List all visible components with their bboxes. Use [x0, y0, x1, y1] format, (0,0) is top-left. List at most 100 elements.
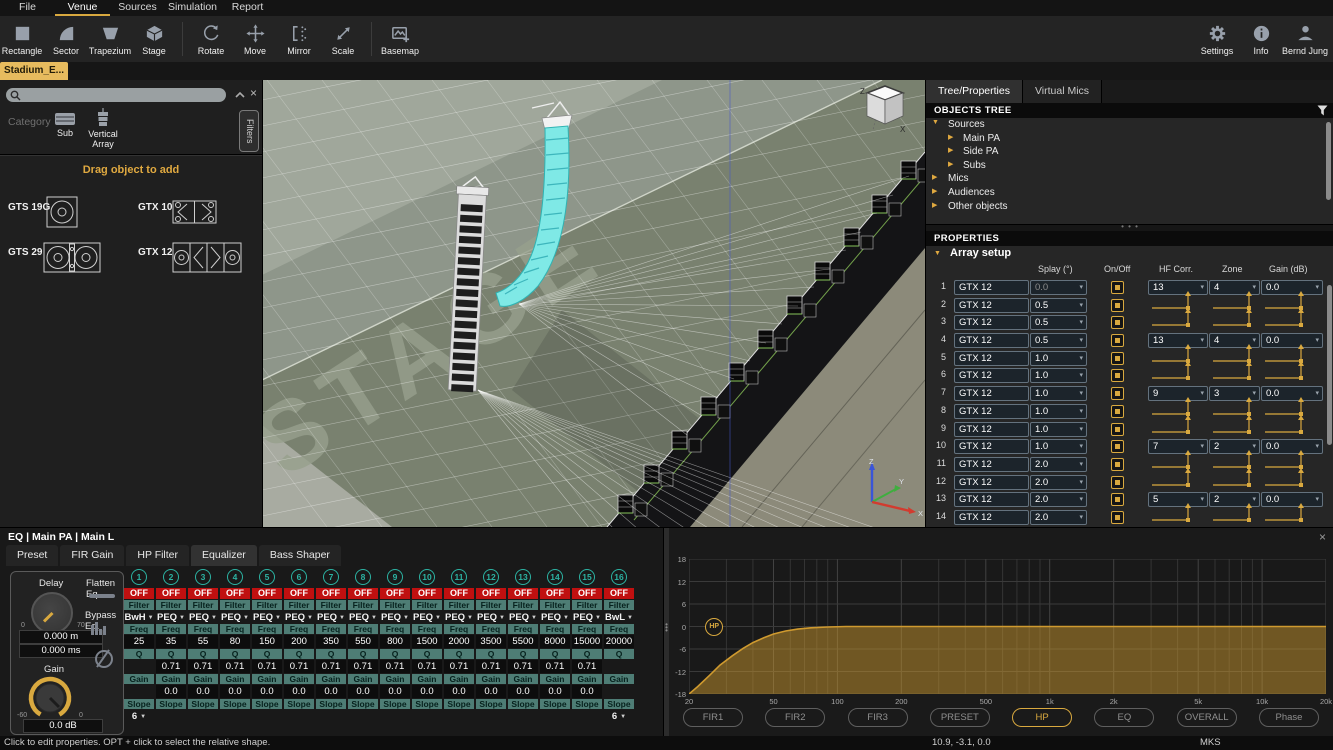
catalog-item-gtx10[interactable] [172, 200, 217, 224]
model-select[interactable]: GTX 12 [954, 386, 1029, 401]
trapezium-tool[interactable]: Trapezium [88, 17, 132, 61]
model-select[interactable]: GTX 12 [954, 457, 1029, 472]
menu-simulation[interactable]: Simulation [165, 0, 220, 16]
model-select[interactable]: GTX 12 [954, 510, 1029, 525]
hp-marker[interactable]: HP [705, 618, 723, 636]
tree-scrollbar[interactable] [1326, 122, 1331, 200]
filter-onoff-button[interactable]: OFF [380, 588, 410, 599]
channel-number[interactable]: 10 [419, 569, 435, 585]
gain-value[interactable]: 0.0 [380, 685, 410, 698]
filter-onoff-button[interactable]: OFF [604, 588, 634, 599]
zone-select[interactable]: 2▾ [1209, 492, 1260, 507]
gain-value[interactable]: 0.0 [220, 685, 250, 698]
gain-value[interactable]: 0.0 [316, 685, 346, 698]
filter-type-select[interactable]: PEQ▼ [413, 612, 441, 623]
filter-type-select[interactable]: PEQ▼ [189, 612, 217, 623]
gain-value[interactable]: 0.0 [188, 685, 218, 698]
onoff-checkbox[interactable] [1111, 476, 1124, 489]
gain-value[interactable]: 0.0 [444, 685, 474, 698]
gain-knob[interactable] [27, 675, 73, 721]
filter-type-select[interactable]: PEQ▼ [285, 612, 313, 623]
graph-splitter[interactable]: ••• [664, 528, 669, 737]
q-value[interactable]: 0.71 [380, 660, 410, 673]
viewport-3d[interactable]: STAGE [262, 80, 925, 527]
tree-expand-arrow[interactable]: ▶ [948, 133, 953, 141]
freq-value[interactable]: 8000 [540, 635, 570, 648]
filter-type-select[interactable]: PEQ▼ [445, 612, 473, 623]
hf-corr-select[interactable]: 5▾ [1148, 492, 1208, 507]
tree-expand-arrow[interactable]: ▶ [932, 187, 937, 195]
filter-onoff-button[interactable]: OFF [348, 588, 378, 599]
filter-onoff-button[interactable]: OFF [476, 588, 506, 599]
curve-toggle-button[interactable]: OVERALL [1177, 708, 1237, 727]
onoff-checkbox[interactable] [1111, 423, 1124, 436]
freq-value[interactable]: 25 [124, 635, 154, 648]
phase-invert-icon[interactable] [95, 650, 113, 668]
curve-toggle-button[interactable]: FIR3 [848, 708, 908, 727]
rectangle-tool[interactable]: Rectangle [0, 17, 44, 61]
model-select[interactable]: GTX 12 [954, 351, 1029, 366]
onoff-checkbox[interactable] [1111, 369, 1124, 382]
tree-item[interactable]: ▼ Sources [926, 118, 1333, 132]
gain-select[interactable]: 0.0▾ [1261, 492, 1323, 507]
gain-value[interactable]: 0.0 [348, 685, 378, 698]
channel-number[interactable]: 4 [227, 569, 243, 585]
filter-onoff-button[interactable]: OFF [508, 588, 538, 599]
response-plot[interactable]: HP [689, 559, 1326, 694]
tree-item[interactable]: ▶ Audiences [926, 186, 1333, 200]
category-sub[interactable]: Sub [50, 112, 80, 138]
channel-number[interactable]: 16 [611, 569, 627, 585]
filter-onoff-button[interactable]: OFF [540, 588, 570, 599]
model-select[interactable]: GTX 12 [954, 422, 1029, 437]
filters-button[interactable]: Filters [239, 110, 259, 152]
onoff-checkbox[interactable] [1111, 440, 1124, 453]
splay-select[interactable]: 2.0▾ [1030, 457, 1087, 472]
tree-item[interactable]: ▶ Subs [926, 159, 1333, 173]
filter-type-select[interactable]: PEQ▼ [573, 612, 601, 623]
mirror-tool[interactable]: Mirror [277, 17, 321, 61]
freq-value[interactable]: 550 [348, 635, 378, 648]
hf-corr-select[interactable]: 13▾ [1148, 333, 1208, 348]
hf-corr-select[interactable]: 9▾ [1148, 386, 1208, 401]
catalog-item-gts19g[interactable] [46, 196, 78, 228]
catalog-item-gts29[interactable] [43, 242, 101, 273]
zone-select[interactable]: 2▾ [1209, 439, 1260, 454]
channel-number[interactable]: 13 [515, 569, 531, 585]
properties-scrollbar[interactable] [1327, 285, 1332, 445]
tab-tree-properties[interactable]: Tree/Properties [926, 80, 1023, 103]
filter-type-select[interactable]: PEQ▼ [349, 612, 377, 623]
splay-select[interactable]: 0.0▾ [1030, 280, 1087, 295]
slope-select[interactable]: 6▼ [124, 710, 154, 723]
tree-item[interactable]: ▶ Other objects [926, 200, 1333, 214]
scale-tool[interactable]: Scale [321, 17, 365, 61]
zone-select[interactable]: 3▾ [1209, 386, 1260, 401]
gain-value[interactable]: 0.0 [252, 685, 282, 698]
filter-type-select[interactable]: PEQ▼ [253, 612, 281, 623]
gain-select[interactable]: 0.0▾ [1261, 280, 1323, 295]
model-select[interactable]: GTX 12 [954, 333, 1029, 348]
freq-value[interactable]: 3500 [476, 635, 506, 648]
freq-value[interactable]: 1500 [412, 635, 442, 648]
rotate-tool[interactable]: Rotate [189, 17, 233, 61]
filter-type-select[interactable]: BwL▼ [605, 612, 633, 623]
onoff-checkbox[interactable] [1111, 493, 1124, 506]
onoff-checkbox[interactable] [1111, 299, 1124, 312]
splay-select[interactable]: 2.0▾ [1030, 510, 1087, 525]
model-select[interactable]: GTX 12 [954, 475, 1029, 490]
close-panel-icon[interactable]: × [250, 86, 257, 100]
menu-sources[interactable]: Sources [110, 0, 165, 16]
gain-value[interactable]: 0.0 [412, 685, 442, 698]
channel-number[interactable]: 8 [355, 569, 371, 585]
q-value[interactable]: 0.71 [508, 660, 538, 673]
bypass-eq-icon[interactable] [91, 622, 106, 635]
filter-onoff-button[interactable]: OFF [124, 588, 154, 599]
filter-type-select[interactable]: PEQ▼ [381, 612, 409, 623]
slope-select[interactable]: 6▼ [604, 710, 634, 723]
onoff-checkbox[interactable] [1111, 352, 1124, 365]
tree-filter-icon[interactable] [1317, 105, 1328, 116]
onoff-checkbox[interactable] [1111, 281, 1124, 294]
freq-value[interactable]: 200 [284, 635, 314, 648]
delay-knob[interactable] [31, 592, 73, 634]
channel-number[interactable]: 14 [547, 569, 563, 585]
gain-value[interactable]: 0.0 [476, 685, 506, 698]
